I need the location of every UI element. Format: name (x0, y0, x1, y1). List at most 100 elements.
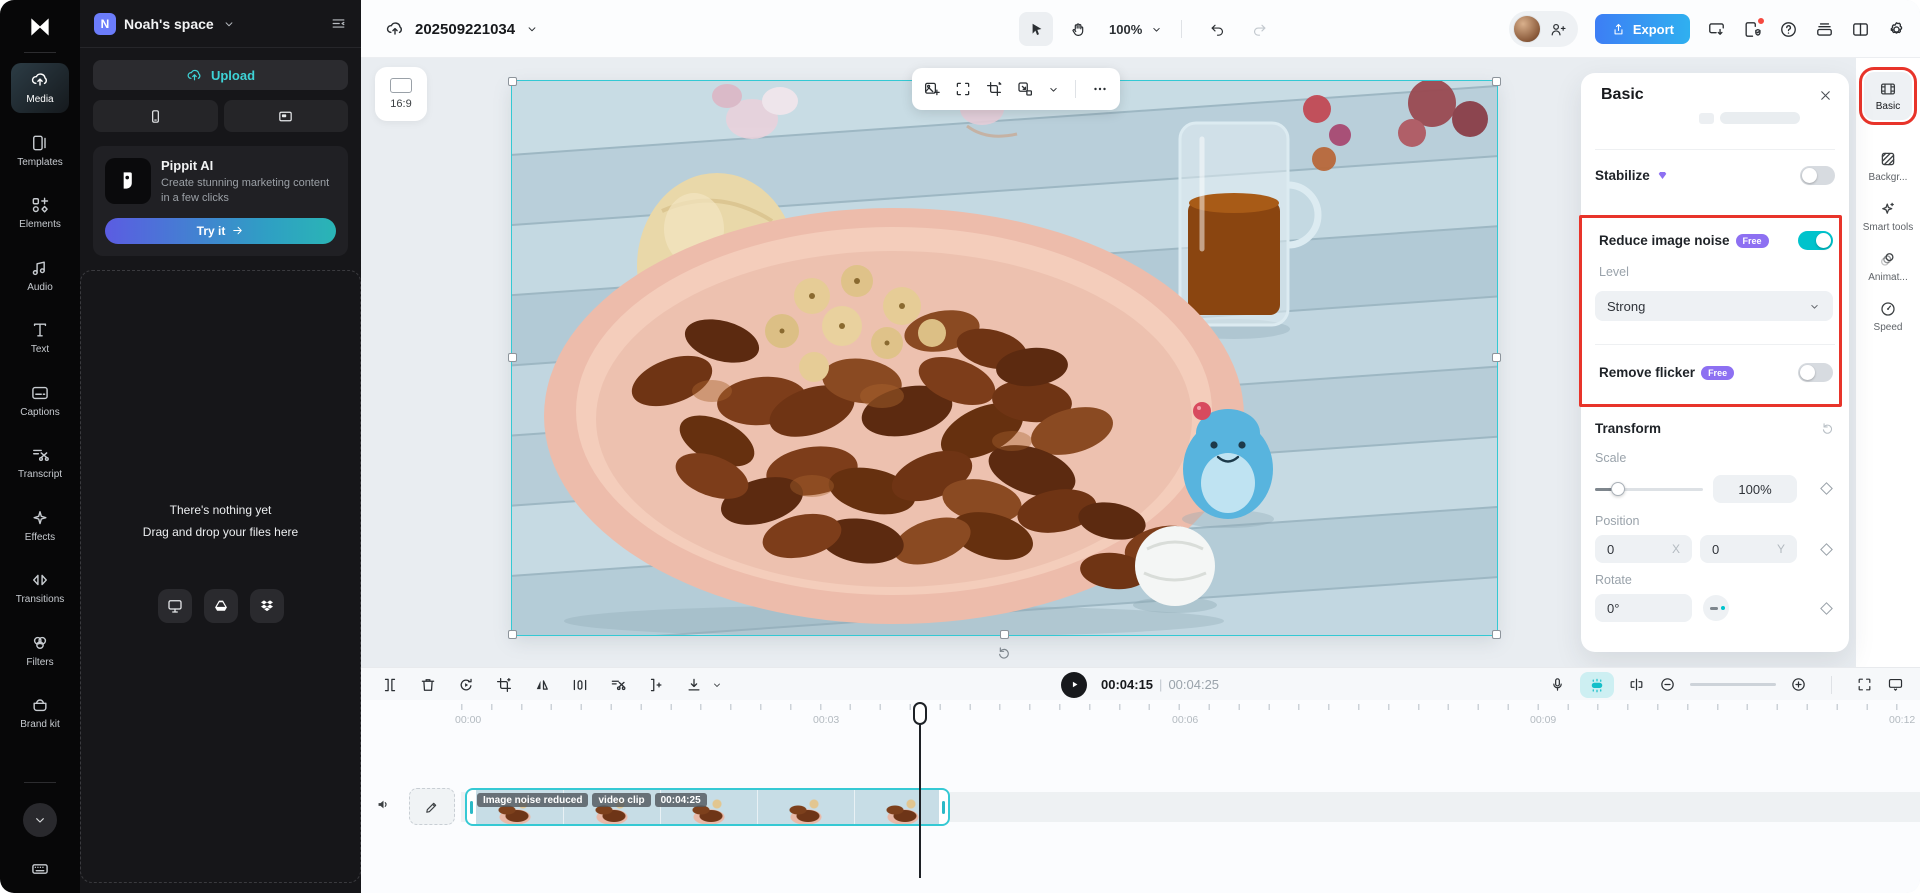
tab-smart-tools[interactable]: Smart tools (1860, 200, 1916, 234)
noise-level-select[interactable]: Strong (1595, 291, 1833, 321)
position-keyframe-button[interactable] (1820, 543, 1833, 556)
project-name[interactable]: 202509221034 (415, 21, 515, 38)
flip-horizontal-button[interactable] (533, 676, 551, 694)
undo-button[interactable] (1200, 12, 1234, 46)
timeline-area[interactable]: 00:00 00:03 00:06 00:09 00:12 Image nois… (361, 700, 1920, 893)
rotate-handle[interactable] (996, 645, 1012, 661)
import-from-google-drive-button[interactable] (203, 588, 238, 623)
export-button[interactable]: Export (1594, 14, 1690, 44)
play-button[interactable] (1061, 671, 1087, 698)
sidebar-item-elements[interactable]: Elements (11, 188, 69, 238)
chevron-down-icon[interactable] (711, 679, 723, 691)
redo-button[interactable] (1242, 12, 1276, 46)
more-options-button[interactable] (1091, 80, 1109, 98)
upload-button[interactable]: Upload (93, 60, 348, 90)
keyboard-shortcuts-button[interactable] (30, 859, 50, 879)
media-drop-zone[interactable]: There's nothing yet Drag and drop your f… (80, 269, 361, 883)
scale-slider-knob[interactable] (1611, 482, 1625, 496)
sidebar-item-effects[interactable]: Effects (11, 501, 69, 551)
split-view-button[interactable] (1628, 676, 1645, 693)
tab-animation[interactable]: Animat... (1860, 250, 1916, 284)
tab-basic[interactable]: Basic (1859, 67, 1917, 125)
smart-split-button[interactable] (647, 676, 665, 694)
rotate-keyframe-button[interactable] (1820, 602, 1833, 615)
fit-frame-button[interactable] (954, 80, 972, 98)
rotate-knob[interactable] (1703, 595, 1729, 621)
clip-trim-handle-right[interactable] (939, 790, 948, 824)
sidebar-item-templates[interactable]: Templates (11, 126, 69, 176)
download-frame-button[interactable] (685, 676, 703, 694)
replace-media-button[interactable] (1016, 80, 1034, 98)
scale-value-field[interactable]: 100% (1713, 475, 1797, 503)
resize-handle-bottom-center[interactable] (1000, 630, 1009, 639)
mirror-button[interactable] (571, 676, 589, 694)
collapse-nav-button[interactable] (23, 803, 57, 837)
position-y-field[interactable]: 0 Y (1700, 535, 1797, 563)
pippit-try-it-button[interactable]: Try it (105, 217, 336, 244)
settings-button[interactable] (1887, 20, 1906, 39)
resize-handle-mid-right[interactable] (1492, 353, 1501, 362)
import-from-dropbox-button[interactable] (249, 588, 284, 623)
user-avatar[interactable] (1512, 15, 1541, 43)
close-panel-button[interactable] (1818, 88, 1833, 103)
device-security-button[interactable] (1743, 16, 1765, 39)
canvas-zoom-level[interactable]: 100% (1109, 22, 1142, 37)
add-image-button[interactable] (923, 80, 941, 98)
stabilize-toggle[interactable] (1800, 166, 1835, 185)
tab-speed[interactable]: Speed (1860, 300, 1916, 334)
remove-silence-button[interactable] (609, 676, 627, 694)
import-from-computer-button[interactable] (157, 588, 192, 623)
record-voiceover-button[interactable] (1549, 676, 1566, 693)
screen-record-button[interactable] (223, 100, 348, 132)
fullscreen-button[interactable] (1856, 676, 1873, 693)
delete-button[interactable] (419, 676, 437, 694)
workspace-header[interactable]: N Noah's space (80, 0, 361, 48)
sidebar-item-media[interactable]: Media (11, 63, 69, 113)
crop-button[interactable] (985, 80, 1003, 98)
import-from-phone-button[interactable] (93, 100, 218, 132)
select-tool-button[interactable] (1019, 12, 1053, 46)
sidebar-item-brand-kit[interactable]: Brand kit (11, 688, 69, 738)
reduce-noise-toggle[interactable] (1798, 231, 1833, 250)
preview-display-button[interactable] (1887, 676, 1904, 693)
layout-panels-button[interactable] (1851, 20, 1870, 39)
account-pill[interactable] (1508, 11, 1578, 47)
reset-transform-button[interactable] (1820, 421, 1835, 436)
timeline-zoom-in-button[interactable] (1790, 676, 1807, 693)
edit-cover-button[interactable] (409, 788, 455, 825)
timeline-zoom-out-button[interactable] (1659, 676, 1676, 693)
track-mute-button[interactable] (375, 796, 392, 813)
sidebar-item-audio[interactable]: Audio (11, 251, 69, 301)
sidebar-item-text[interactable]: Text (11, 313, 69, 363)
sidebar-item-transitions[interactable]: Transitions (11, 563, 69, 613)
scale-slider[interactable] (1595, 482, 1703, 496)
video-preview[interactable] (431, 3, 1579, 729)
hand-tool-button[interactable] (1061, 12, 1095, 46)
resize-handle-bottom-right[interactable] (1492, 630, 1501, 639)
timeline-zoom-slider[interactable] (1690, 683, 1776, 686)
clip-trim-handle-left[interactable] (467, 790, 476, 824)
mirror-to-device-button[interactable] (1707, 20, 1726, 39)
remove-flicker-toggle[interactable] (1798, 363, 1833, 382)
tab-background[interactable]: Backgr... (1860, 150, 1916, 184)
resize-handle-bottom-left[interactable] (508, 630, 517, 639)
chevron-down-icon[interactable] (1047, 83, 1060, 96)
help-button[interactable] (1779, 20, 1798, 39)
reverse-clip-button[interactable] (457, 676, 475, 694)
sidebar-item-captions[interactable]: Captions (11, 376, 69, 426)
timeline-clip[interactable]: Image noise reduced video clip 00:04:25 (465, 788, 950, 826)
position-x-field[interactable]: 0 X (1595, 535, 1692, 563)
sidebar-item-transcript[interactable]: Transcript (11, 438, 69, 488)
rotate-value-field[interactable]: 0° (1595, 594, 1692, 622)
playhead[interactable] (913, 702, 927, 878)
resize-handle-top-right[interactable] (1492, 77, 1501, 86)
scale-keyframe-button[interactable] (1820, 482, 1833, 495)
resize-handle-top-left[interactable] (508, 77, 517, 86)
split-clip-button[interactable] (381, 676, 399, 694)
resources-button[interactable] (1815, 20, 1834, 39)
crop-clip-button[interactable] (495, 676, 513, 694)
timeline-ruler[interactable] (461, 704, 1920, 710)
ai-enhance-button[interactable] (1580, 671, 1614, 698)
aspect-ratio-button[interactable]: 16:9 (375, 67, 427, 121)
collapse-panel-icon[interactable] (330, 15, 347, 32)
